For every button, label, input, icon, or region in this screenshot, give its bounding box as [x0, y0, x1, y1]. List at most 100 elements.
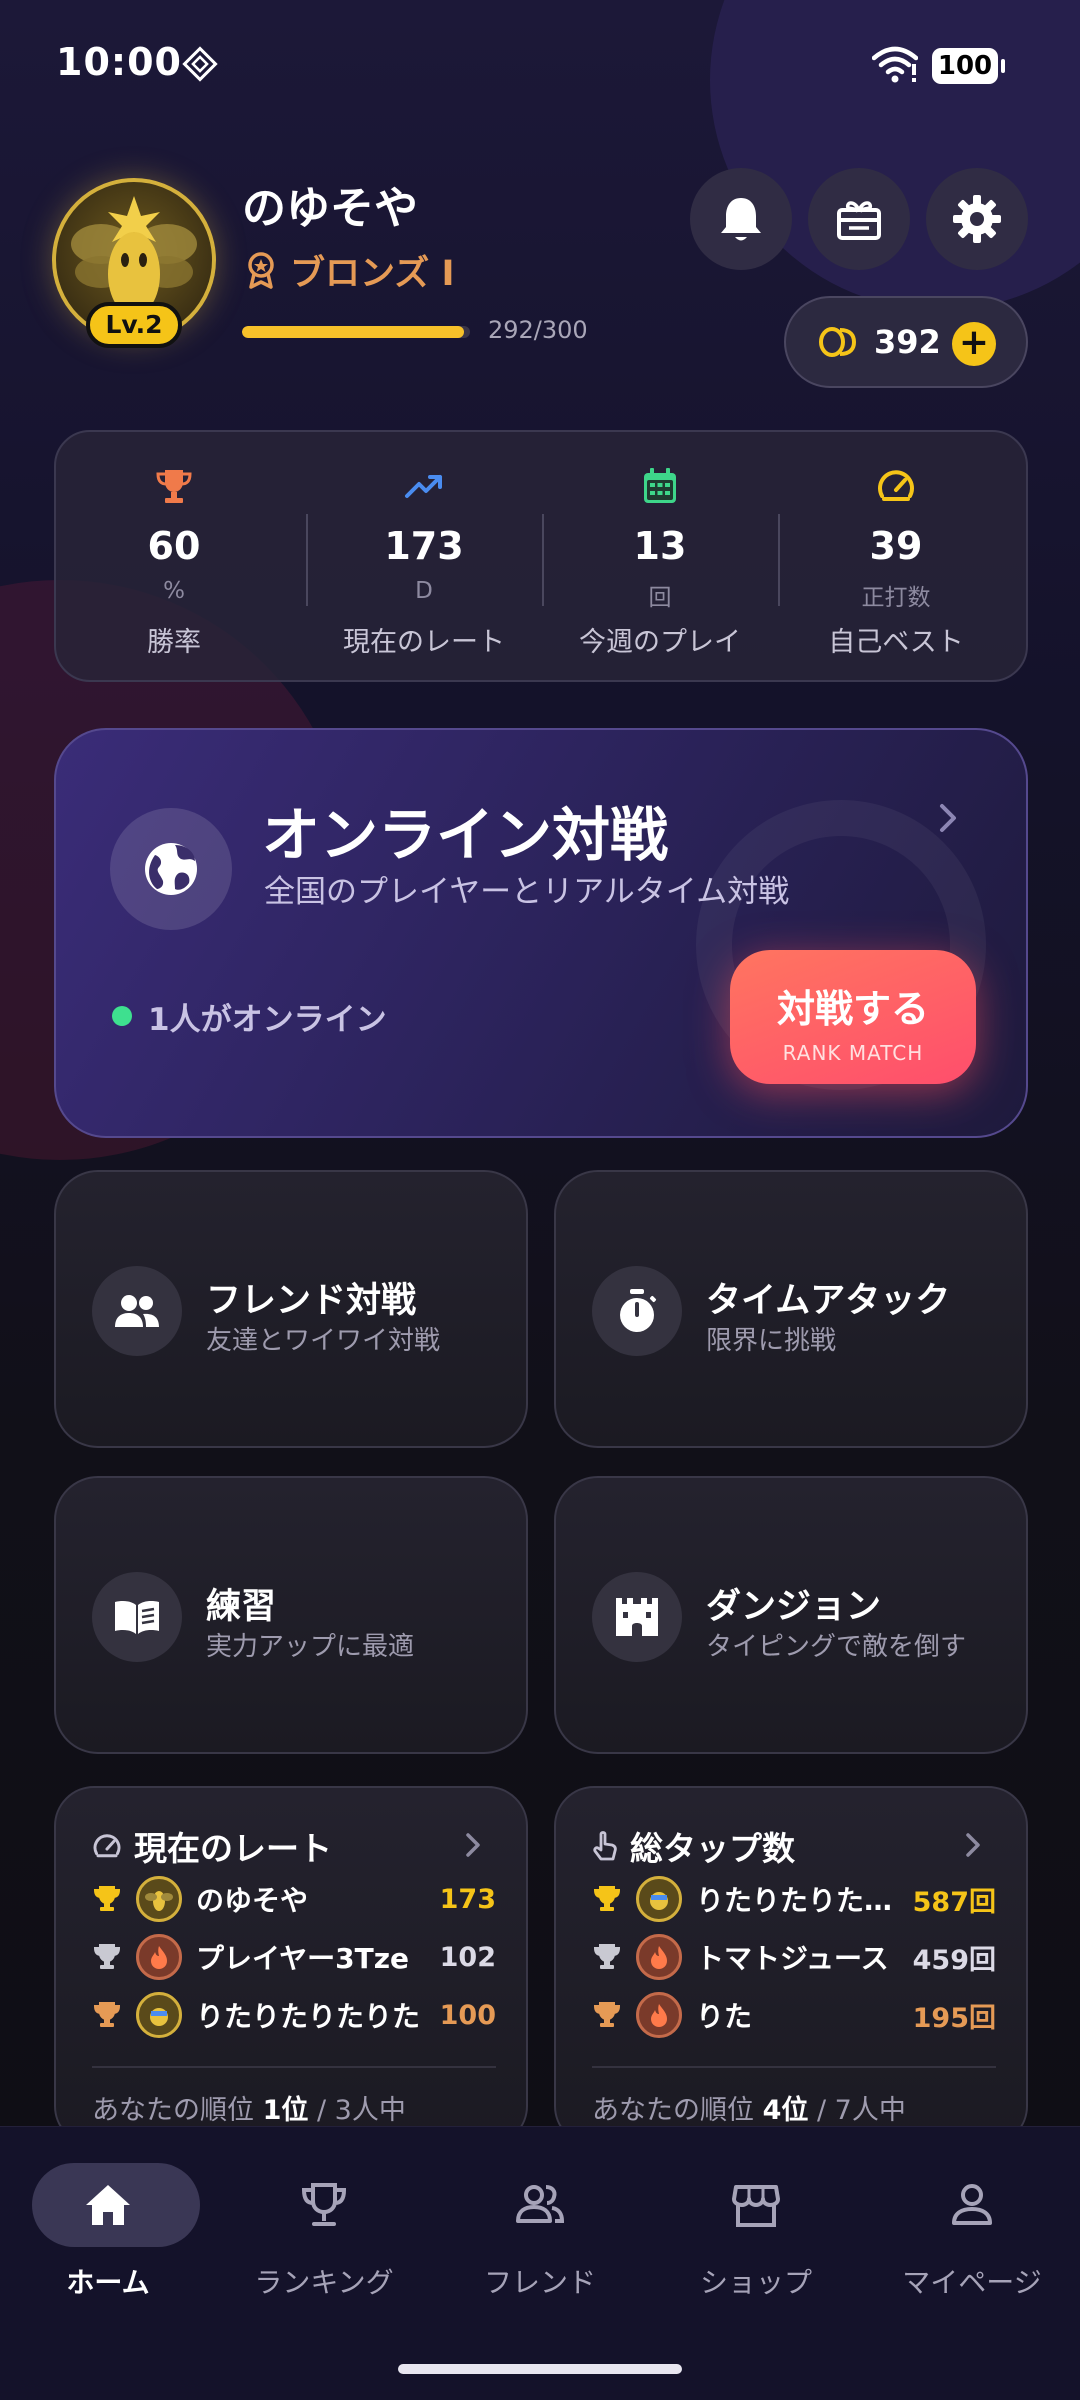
stat-value: 13: [633, 524, 687, 568]
stat-value: 39: [869, 524, 923, 568]
speedometer-icon: [878, 470, 914, 501]
avatar[interactable]: Lv.2: [52, 178, 216, 348]
level-badge: Lv.2: [86, 302, 182, 348]
status-bar: 10:00 100: [0, 0, 1080, 130]
avatar: [136, 1934, 182, 1980]
player-score: 102: [439, 1941, 496, 1973]
people-icon: [115, 1295, 159, 1327]
battle-button-label: 対戦する: [776, 987, 929, 1031]
stats-card: 60 % 勝率 173 D 現在のレート 13 回 今週のプレイ 39 正打数 …: [54, 430, 1028, 682]
stat-unit: 正打数: [861, 585, 931, 611]
player-score: 173: [439, 1883, 496, 1915]
bronze-trophy-icon: [593, 2002, 621, 2027]
mode-friend-battle[interactable]: フレンド対戦 友達とワイワイ対戦: [54, 1170, 528, 1448]
mode-time-attack[interactable]: タイムアタック 限界に挑戦: [554, 1170, 1028, 1448]
nav-friends[interactable]: フレンド: [432, 2163, 648, 2303]
flame-icon: [651, 2004, 667, 2027]
status-time: 10:00: [56, 40, 182, 84]
silver-trophy-icon: [93, 1944, 121, 1969]
diamond-icon: [182, 46, 218, 82]
rate-leaderboard-card[interactable]: 現在のレート のゆそや 173 プレイヤー3Tze 102 りたりたりたりた 1…: [54, 1786, 528, 2146]
notifications-button[interactable]: [690, 168, 792, 270]
trending-up-icon: [405, 475, 442, 498]
leaderboard-row[interactable]: りたりたりたりた 100: [92, 1988, 496, 2042]
nav-home[interactable]: ホーム: [0, 2163, 216, 2303]
divider: [592, 2066, 996, 2068]
leaderboard-header: 現在のレート: [92, 1822, 332, 1870]
leaderboard-title: 現在のレート: [134, 1829, 332, 1868]
mode-dungeon[interactable]: ダンジョン タイピングで敵を倒す: [554, 1476, 1028, 1754]
flame-icon: [151, 1946, 167, 1969]
my-rank-footer: あなたの順位 4位 / 7人中: [592, 2095, 906, 2126]
stat-value: 60: [147, 524, 201, 568]
trophy-icon: [301, 2183, 347, 2226]
bottom-navigation: ホーム ランキング フレンド ショップ マイページ: [0, 2126, 1080, 2400]
player-name: りた: [696, 2000, 753, 2033]
mode-icon-wrap: [592, 1266, 682, 1356]
online-status-dot: [112, 1006, 132, 1026]
avatar: [136, 1992, 182, 2038]
home-indicator[interactable]: [398, 2364, 682, 2374]
mode-icon-wrap: [92, 1266, 182, 1356]
mode-subtitle: 友達とワイワイ対戦: [206, 1326, 441, 1356]
nav-mypage[interactable]: マイページ: [864, 2163, 1080, 2303]
online-count: 1人がオンライン: [148, 1002, 387, 1038]
silver-trophy-icon: [593, 1944, 621, 1969]
speedometer-icon: [93, 1834, 121, 1858]
mode-subtitle: タイピングで敵を倒す: [706, 1632, 967, 1662]
friends-icon: [516, 2185, 565, 2223]
avatar: [636, 1876, 682, 1922]
stat-label: 勝率: [147, 627, 201, 658]
tap-hand-icon: [593, 1831, 617, 1861]
leaderboard-row[interactable]: のゆそや 173: [92, 1872, 496, 1926]
wifi-icon: [872, 46, 918, 83]
flame-icon: [651, 1946, 667, 1969]
trophy-icon: [156, 470, 192, 503]
nav-label: ホーム: [66, 2266, 150, 2299]
stopwatch-icon: [620, 1289, 657, 1332]
avatar: [136, 1876, 182, 1922]
player-name: りたりたりたりた: [696, 1884, 903, 1917]
tap-leaderboard-card[interactable]: 総タップ数 りたりたりたりた 587回 トマトジュース 459回 りた 195回…: [554, 1786, 1028, 2146]
mode-title: ダンジョン: [706, 1587, 882, 1627]
nav-shop[interactable]: ショップ: [648, 2163, 864, 2303]
leaderboard-row[interactable]: プレイヤー3Tze 102: [92, 1930, 496, 1984]
leaderboard-row[interactable]: トマトジュース 459回: [592, 1930, 996, 1984]
xp-progress-fill: [242, 326, 464, 338]
coin-balance[interactable]: 392 +: [784, 296, 1028, 388]
player-name: プレイヤー3Tze: [196, 1942, 410, 1975]
gift-button[interactable]: [808, 168, 910, 270]
leaderboard-row[interactable]: りた 195回: [592, 1988, 996, 2042]
gear-icon: [953, 195, 1001, 243]
player-score: 459回: [912, 1944, 996, 1976]
add-coins-button[interactable]: +: [952, 322, 996, 366]
player-name: りたりたりたりた: [196, 2000, 421, 2033]
nav-label: マイページ: [902, 2266, 1042, 2299]
battle-button[interactable]: 対戦する RANK MATCH: [730, 950, 976, 1084]
player-name: のゆそや: [196, 1884, 309, 1917]
player-score: 587回: [912, 1886, 996, 1918]
stat-unit: D: [415, 578, 433, 604]
player-score: 195回: [912, 2002, 996, 2034]
mode-practice[interactable]: 練習 実力アップに最適: [54, 1476, 528, 1754]
nav-label: フレンド: [483, 2266, 596, 2299]
mode-title: タイムアタック: [706, 1281, 951, 1321]
player-score: 100: [439, 1999, 496, 2031]
chevron-right-icon: [940, 804, 956, 832]
settings-button[interactable]: [926, 168, 1028, 270]
leaderboard-header: 総タップ数: [592, 1822, 795, 1870]
online-battle-card[interactable]: オンライン対戦 全国のプレイヤーとリアルタイム対戦 1人がオンライン 対戦する …: [54, 728, 1028, 1138]
mode-icon-wrap: [592, 1572, 682, 1662]
person-icon: [952, 2184, 992, 2225]
username: のゆそや: [242, 183, 418, 234]
shop-icon: [732, 2185, 780, 2227]
xp-text: 292/300: [488, 316, 588, 344]
nav-ranking[interactable]: ランキング: [216, 2163, 432, 2303]
nav-label: ランキング: [254, 2266, 394, 2299]
leaderboard-row[interactable]: りたりたりたりた 587回: [592, 1872, 996, 1926]
stat-win-rate: 60 % 勝率: [56, 432, 292, 684]
stat-unit: 回: [648, 585, 672, 611]
stat-unit: %: [163, 578, 185, 604]
rank-label: ブロンズ I: [290, 253, 455, 294]
stat-weekly-plays: 13 回 今週のプレイ: [542, 432, 778, 684]
